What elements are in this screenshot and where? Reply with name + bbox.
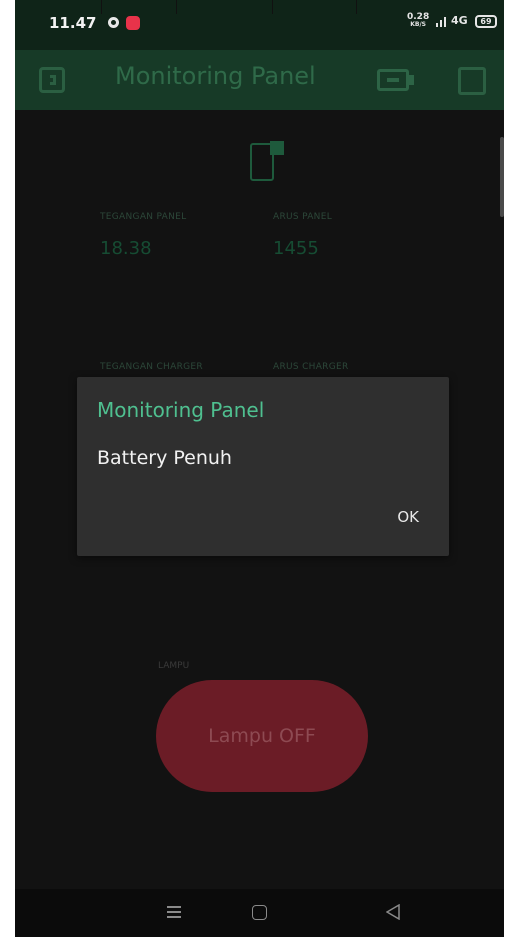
exit-icon[interactable] bbox=[39, 67, 65, 93]
lampu-toggle-button[interactable]: Lampu OFF bbox=[156, 680, 368, 792]
tegangan-charger-label: TEGANGAN CHARGER bbox=[100, 362, 203, 372]
phone-screen: 11.47 0.28 KB/S 4G 69 Monitoring Panel T… bbox=[15, 0, 504, 937]
arus-charger-label: ARUS CHARGER bbox=[273, 362, 349, 372]
arus-panel-label: ARUS PANEL bbox=[273, 212, 333, 222]
battery-icon: 69 bbox=[475, 15, 497, 28]
status-bar: 11.47 0.28 KB/S 4G 69 bbox=[15, 0, 504, 50]
menu-icon[interactable] bbox=[167, 906, 181, 918]
dialog-ok-button[interactable]: OK bbox=[397, 508, 419, 526]
network-speed-value: 0.28 bbox=[407, 12, 430, 22]
device-icon[interactable] bbox=[377, 69, 414, 91]
network-speed-unit: KB/S bbox=[410, 21, 426, 28]
back-icon[interactable] bbox=[386, 904, 400, 920]
tegangan-panel-label: TEGANGAN PANEL bbox=[100, 212, 187, 222]
location-icon bbox=[108, 17, 119, 28]
tegangan-panel-value: 18.38 bbox=[100, 238, 152, 259]
app-bar: Monitoring Panel bbox=[15, 50, 504, 110]
dialog-title: Monitoring Panel bbox=[97, 398, 265, 422]
screen-record-icon bbox=[126, 16, 140, 30]
status-time: 11.47 bbox=[49, 14, 97, 32]
dialog-message: Battery Penuh bbox=[97, 447, 232, 469]
arus-panel-value: 1455 bbox=[273, 238, 319, 259]
scrollbar[interactable] bbox=[500, 137, 504, 217]
network-type: 4G bbox=[451, 14, 468, 27]
alert-dialog: Monitoring Panel Battery Penuh OK bbox=[77, 377, 449, 556]
device-status-icon bbox=[250, 141, 284, 181]
network-speed: 0.28 KB/S bbox=[407, 12, 430, 29]
home-icon[interactable] bbox=[252, 905, 267, 920]
square-icon[interactable] bbox=[458, 67, 486, 95]
navigation-bar bbox=[15, 889, 504, 937]
app-title: Monitoring Panel bbox=[115, 62, 316, 90]
lampu-label: LAMPU bbox=[158, 661, 190, 671]
signal-icon bbox=[436, 17, 446, 27]
